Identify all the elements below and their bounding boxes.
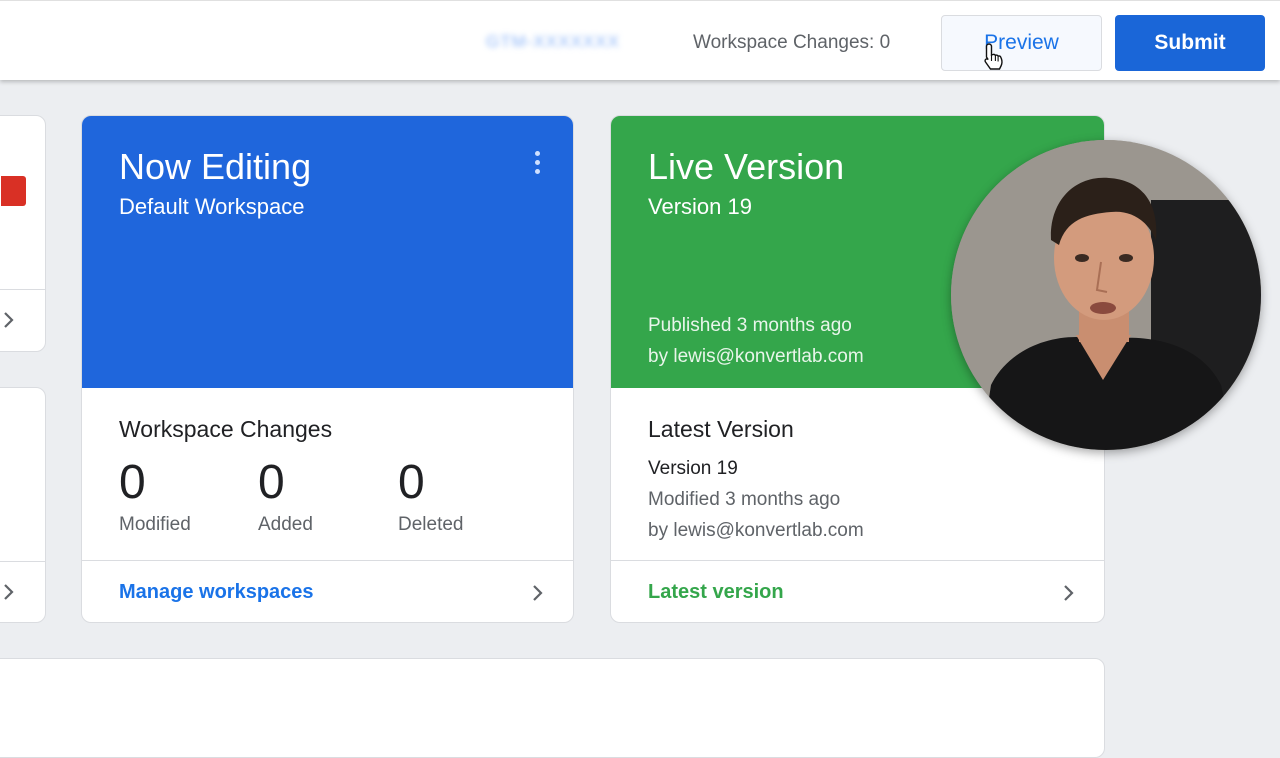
submit-button[interactable]: Submit	[1115, 15, 1265, 71]
latest-version-link[interactable]: Latest version	[648, 581, 784, 604]
workspace-changes-title: Workspace Changes	[119, 416, 333, 442]
webcam-overlay	[951, 140, 1261, 450]
submit-button-label: Submit	[1154, 31, 1226, 54]
partial-card-left-bottom	[0, 387, 46, 623]
latest-version-number: Version 19	[648, 458, 738, 479]
stat-value: 0	[398, 456, 425, 509]
now-editing-footer[interactable]: Manage workspaces	[82, 560, 573, 622]
divider	[0, 289, 45, 290]
alert-badge	[1, 176, 26, 206]
stat-label: Added	[258, 514, 313, 535]
preview-button[interactable]: Preview	[941, 15, 1102, 71]
stat-label: Deleted	[398, 514, 464, 535]
stat-added: 0 Added	[258, 456, 313, 536]
partial-card-left-top	[0, 115, 46, 352]
live-version-number: Version 19	[648, 194, 752, 219]
live-version-title: Live Version	[648, 146, 845, 187]
chevron-right-icon[interactable]	[1, 310, 17, 330]
latest-version-title: Latest Version	[648, 416, 794, 442]
stat-deleted: 0 Deleted	[398, 456, 464, 536]
chevron-right-icon[interactable]	[1062, 582, 1076, 604]
chevron-right-icon[interactable]	[531, 582, 545, 604]
kebab-menu-icon[interactable]	[531, 151, 543, 179]
chevron-right-icon[interactable]	[1, 582, 17, 602]
latest-modified-time: Modified 3 months ago	[648, 489, 841, 510]
published-time: Published 3 months ago	[648, 315, 852, 336]
published-by: by lewis@konvertlab.com	[648, 346, 864, 367]
divider	[0, 561, 45, 562]
workspace-name: Default Workspace	[119, 194, 305, 219]
now-editing-title: Now Editing	[119, 146, 312, 187]
top-toolbar: GTM-XXXXXXX Workspace Changes: 0 Preview…	[0, 0, 1280, 80]
manage-workspaces-link[interactable]: Manage workspaces	[119, 581, 314, 604]
stat-label: Modified	[119, 514, 191, 535]
pointer-cursor-icon	[984, 43, 1003, 70]
presenter-video-image	[951, 140, 1261, 450]
now-editing-header: Now Editing Default Workspace	[82, 116, 573, 388]
stat-value: 0	[258, 456, 285, 509]
live-version-footer[interactable]: Latest version	[611, 560, 1104, 622]
workspace-changes-count: Workspace Changes: 0	[693, 32, 891, 53]
container-id: GTM-XXXXXXX	[486, 32, 620, 51]
now-editing-card: Now Editing Default Workspace Workspace …	[81, 115, 574, 623]
stat-modified: 0 Modified	[119, 456, 191, 536]
stat-value: 0	[119, 456, 146, 509]
bottom-card	[0, 658, 1105, 758]
latest-modified-by: by lewis@konvertlab.com	[648, 520, 864, 541]
